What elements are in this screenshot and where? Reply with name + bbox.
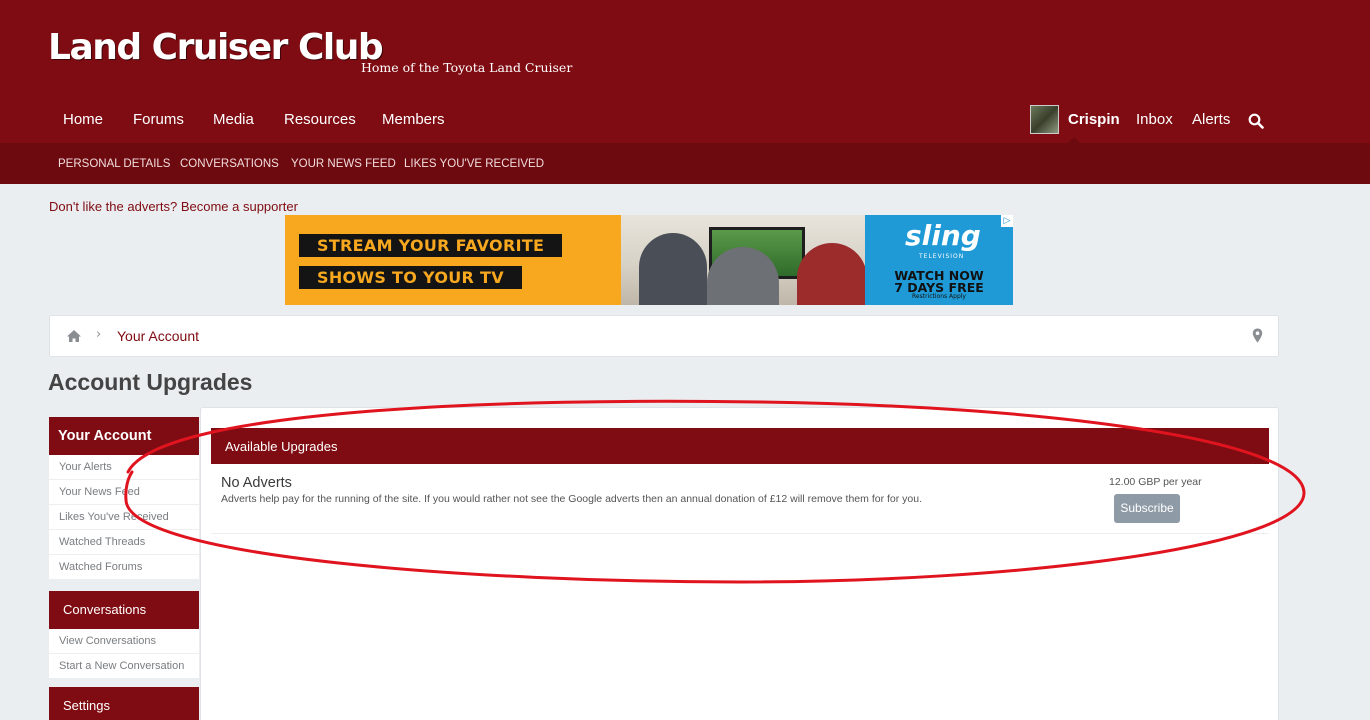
nav-user-account[interactable]: Crispin (1068, 111, 1120, 128)
search-icon[interactable] (1248, 113, 1264, 129)
nav-alerts[interactable]: Alerts (1192, 111, 1230, 128)
sidebar-item-start-conversation[interactable]: Start a New Conversation (49, 654, 199, 679)
subscribe-button[interactable]: Subscribe (1114, 494, 1180, 523)
sidebar-heading[interactable]: Settings (49, 687, 199, 720)
upgrade-title: No Adverts (221, 475, 292, 491)
home-icon[interactable] (66, 329, 82, 343)
sidebar-item-news-feed[interactable]: Your News Feed (49, 480, 199, 505)
sidebar-your-account: Your Account Your Alerts Your News Feed … (49, 417, 199, 580)
breadcrumb-your-account[interactable]: Your Account (117, 328, 199, 344)
nav-forums[interactable]: Forums (133, 111, 184, 128)
list-item: No Adverts Adverts help pay for the runn… (211, 464, 1269, 534)
sidebar-item-watched-forums[interactable]: Watched Forums (49, 555, 199, 580)
sidebar-item-likes[interactable]: Likes You've Received (49, 505, 199, 530)
subnav-personal-details[interactable]: PERSONAL DETAILS (58, 158, 170, 170)
advert-photo (621, 215, 867, 305)
breadcrumb: › Your Account (49, 315, 1279, 357)
subnav-news-feed[interactable]: YOUR NEWS FEED (291, 158, 396, 170)
sidebar-settings: Settings (49, 687, 199, 720)
site-logo[interactable]: Land Cruiser Club (48, 27, 384, 68)
person-image (797, 243, 867, 305)
map-pin-icon[interactable] (1252, 328, 1263, 343)
advert-banner[interactable]: STREAM YOUR FAVORITE SHOWS TO YOUR TV sl… (285, 215, 1013, 305)
sidebar-heading[interactable]: Your Account (49, 417, 199, 455)
sling-logo: sling (905, 219, 981, 252)
upgrade-description: Adverts help pay for the running of the … (221, 493, 923, 505)
adchoices-icon[interactable]: ▷ (1001, 215, 1013, 227)
upgrade-cost: 12.00 GBP per year (1109, 476, 1202, 488)
nav-resources[interactable]: Resources (284, 111, 356, 128)
supporter-notice-link[interactable]: Don't like the adverts? Become a support… (49, 199, 298, 214)
advert-headline-2: SHOWS TO YOUR TV (299, 266, 522, 289)
upgrades-panel: Available Upgrades No Adverts Adverts he… (200, 407, 1279, 720)
nav-inbox[interactable]: Inbox (1136, 111, 1173, 128)
sidebar-conversations: Conversations View Conversations Start a… (49, 591, 199, 679)
sling-logo-subtitle: TELEVISION (919, 253, 965, 260)
user-avatar[interactable] (1030, 105, 1059, 134)
advert-text-panel: STREAM YOUR FAVORITE SHOWS TO YOUR TV (285, 215, 621, 305)
person-image (639, 233, 707, 305)
sidebar-item-view-conversations[interactable]: View Conversations (49, 629, 199, 654)
subnav-likes-received[interactable]: LIKES YOU'VE RECEIVED (404, 158, 544, 170)
nav-media[interactable]: Media (213, 111, 254, 128)
sidebar-item-alerts[interactable]: Your Alerts (49, 455, 199, 480)
advert-fine-print: Restrictions Apply (912, 293, 966, 300)
upgrades-header: Available Upgrades (211, 428, 1269, 464)
nav-home[interactable]: Home (63, 111, 103, 128)
sidebar-item-watched-threads[interactable]: Watched Threads (49, 530, 199, 555)
site-tagline: Home of the Toyota Land Cruiser (361, 60, 573, 75)
chevron-right-icon: › (96, 327, 102, 342)
site-header: Land Cruiser Club Home of the Toyota Lan… (0, 0, 1370, 143)
advert-brand-panel: sling TELEVISION WATCH NOW 7 DAYS FREE R… (865, 215, 1013, 305)
sidebar-heading[interactable]: Conversations (49, 591, 199, 629)
page-title: Account Upgrades (48, 369, 253, 395)
subnav-conversations[interactable]: CONVERSATIONS (180, 158, 279, 170)
advert-headline-1: STREAM YOUR FAVORITE (299, 234, 563, 257)
nav-members[interactable]: Members (382, 111, 445, 128)
